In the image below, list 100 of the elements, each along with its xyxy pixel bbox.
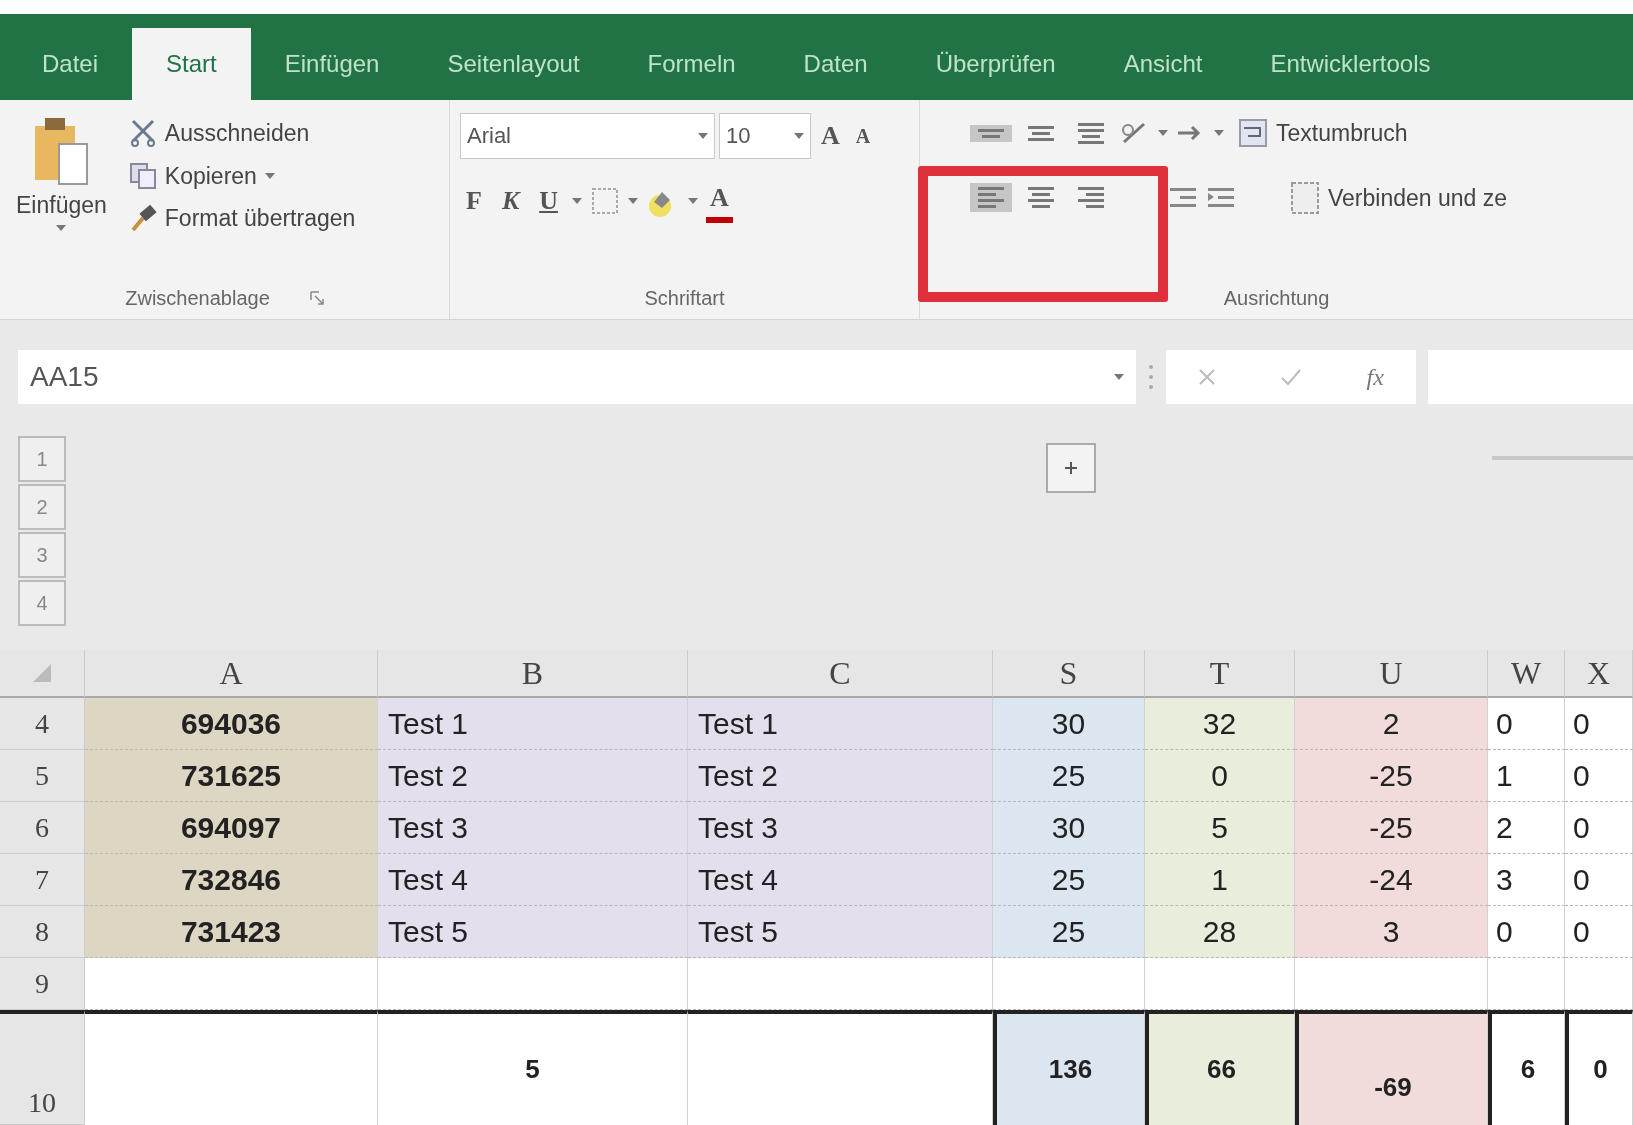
caret-icon — [698, 132, 708, 139]
table-cell: Test 5 — [378, 906, 688, 958]
column-header[interactable]: X — [1565, 650, 1633, 698]
column-header[interactable]: B — [378, 650, 688, 698]
ribbon-tab[interactable]: Start — [132, 28, 251, 100]
cancel-icon — [1198, 367, 1217, 386]
plus-icon — [1064, 461, 1078, 475]
table-cell: 1 — [1488, 750, 1565, 802]
border-icon — [590, 185, 620, 216]
align-left-button[interactable] — [970, 183, 1012, 213]
column-header[interactable]: S — [993, 650, 1145, 698]
ribbon-tab[interactable]: Datei — [8, 28, 133, 100]
merge-icon — [1290, 180, 1320, 215]
ribbon-tab[interactable]: Ansicht — [1089, 28, 1237, 100]
paste-button[interactable]: Einfügen — [10, 112, 113, 283]
column-header[interactable]: T — [1145, 650, 1295, 698]
table-cell: 66 — [1145, 1010, 1295, 1125]
insert-function-button[interactable]: fx — [1366, 358, 1384, 395]
ribbon-tab[interactable]: Entwicklertools — [1236, 28, 1465, 100]
wrap-icon — [1238, 118, 1268, 149]
group-label: Zwischenablage — [125, 286, 270, 311]
table-cell: 0 — [1565, 750, 1633, 802]
table-cell: 0 — [1565, 906, 1633, 958]
font-color-button[interactable]: A — [706, 178, 733, 223]
scissors-icon — [128, 119, 157, 148]
table-cell: -25 — [1295, 750, 1488, 802]
table-cell: Test 4 — [378, 854, 688, 906]
ribbon-tab[interactable]: Seitenlayout — [413, 28, 614, 100]
table-cell: 30 — [993, 698, 1145, 750]
row-header[interactable]: 4 — [0, 698, 85, 750]
name-box[interactable]: AA15 — [18, 349, 1136, 404]
underline-button[interactable]: U — [533, 177, 564, 224]
shrink-font-button[interactable]: A — [849, 116, 877, 155]
font-name-field[interactable]: Arial — [460, 112, 715, 159]
clipboard-cut-button[interactable]: Ausschneiden — [122, 112, 362, 155]
wrap-text-button[interactable]: Textumbruch — [1232, 112, 1414, 155]
check-icon — [1280, 367, 1303, 386]
row-header[interactable]: 9 — [0, 958, 85, 1010]
table-cell: 694036 — [85, 698, 378, 750]
clipboard-icon — [33, 116, 90, 186]
caret-icon — [794, 132, 804, 139]
table-cell: 25 — [993, 854, 1145, 906]
caret-icon — [688, 197, 698, 204]
table-cell: Test 1 — [688, 698, 993, 750]
column-header[interactable]: U — [1295, 650, 1488, 698]
italic-button[interactable]: K — [495, 177, 526, 224]
align-lines-icon — [1076, 187, 1106, 209]
table-cell: 0 — [1565, 1010, 1633, 1125]
column-header[interactable]: W — [1488, 650, 1565, 698]
row-header[interactable]: 10 — [0, 1010, 85, 1125]
table-cell: 0 — [1488, 906, 1565, 958]
table-cell: Test 4 — [688, 854, 993, 906]
group-label: Ausrichtung — [1223, 286, 1330, 311]
table-cell: 6 — [1488, 1010, 1565, 1125]
dialog-launcher-icon — [309, 291, 324, 305]
merge-button[interactable]: Verbinden und ze — [1284, 176, 1514, 219]
empty-cell — [1565, 958, 1633, 1010]
table-cell: 28 — [1145, 906, 1295, 958]
table-cell: 136 — [993, 1010, 1145, 1125]
table-cell: Test 1 — [378, 698, 688, 750]
ribbon-tab[interactable]: Überprüfen — [901, 28, 1090, 100]
table-cell: 1 — [1145, 854, 1295, 906]
font-size-field[interactable]: 10 — [719, 112, 811, 159]
table-cell: 25 — [993, 906, 1145, 958]
bold-button[interactable]: F — [460, 177, 488, 224]
row-header[interactable]: 6 — [0, 802, 85, 854]
row-header[interactable]: 8 — [0, 906, 85, 958]
copy-icon — [128, 161, 157, 190]
select-all-icon — [33, 664, 51, 682]
row-header[interactable]: 7 — [0, 854, 85, 906]
clipboard-copy-button[interactable]: Kopieren — [122, 154, 362, 197]
table-cell: 0 — [1488, 698, 1565, 750]
caret-icon — [1214, 130, 1224, 137]
table-cell: Test 3 — [688, 802, 993, 854]
expand-button[interactable] — [1046, 443, 1096, 493]
table-cell: 0 — [1565, 698, 1633, 750]
table-cell: 0 — [1145, 750, 1295, 802]
column-header[interactable]: A — [85, 650, 378, 698]
table-cell: 25 — [993, 750, 1145, 802]
table-cell: 3 — [1295, 906, 1488, 958]
ribbon-tab[interactable]: Daten — [769, 28, 902, 100]
column-header[interactable]: C — [688, 650, 993, 698]
ribbon-tab[interactable]: Formeln — [613, 28, 770, 100]
caret-icon — [1158, 130, 1168, 137]
grow-font-button[interactable]: A — [815, 112, 846, 159]
table-cell: 32 — [1145, 698, 1295, 750]
row-header[interactable]: 5 — [0, 750, 85, 802]
clipboard-format-button[interactable]: Format übertragen — [122, 197, 362, 240]
table-cell: 732846 — [85, 854, 378, 906]
table-cell: -25 — [1295, 802, 1488, 854]
table-cell: -69 — [1295, 1010, 1488, 1125]
ribbon-tab[interactable]: Einfügen — [250, 28, 414, 100]
table-cell: 3 — [1488, 854, 1565, 906]
table-cell: 5 — [1145, 802, 1295, 854]
align-top-button[interactable] — [970, 124, 1012, 142]
table-cell: 5 — [378, 1010, 688, 1125]
table-cell: -24 — [1295, 854, 1488, 906]
align-lines-icon — [1026, 125, 1056, 141]
align-lines-icon — [976, 187, 1006, 209]
caret-icon — [1114, 373, 1124, 380]
